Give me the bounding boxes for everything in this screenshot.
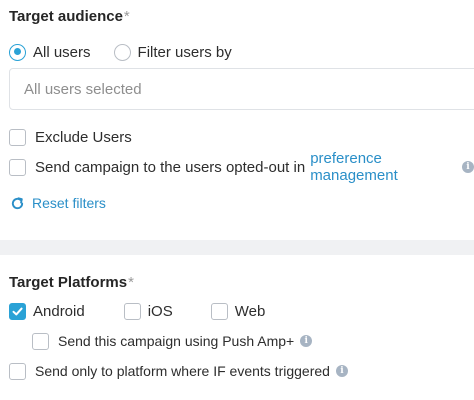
radio-all-users[interactable]: All users [9,43,91,61]
push-amp-option[interactable]: Send this campaign using Push Amp+ i [32,331,313,351]
opted-out-label[interactable]: Send campaign to the users opted-out in [35,159,305,176]
check-icon [12,307,23,315]
platform-web[interactable]: Web [210,302,266,320]
required-mark: * [123,8,130,25]
exclude-users-label[interactable]: Exclude Users [35,129,132,146]
radio-filter-users-control[interactable] [113,43,131,61]
info-icon[interactable]: i [300,335,313,347]
platform-options: Android iOS Web [9,301,265,321]
if-events-option[interactable]: Send only to platform where IF events tr… [9,361,348,381]
web-checkbox[interactable] [210,302,228,320]
android-checkbox[interactable] [9,302,26,320]
section-divider [0,240,474,255]
opted-out-checkbox[interactable] [9,158,26,176]
radio-all-users-label[interactable]: All users [33,44,91,61]
refresh-icon [11,196,24,209]
info-icon[interactable]: i [335,365,348,377]
target-audience-title: Target audience* [9,8,130,25]
radio-filter-users-label[interactable]: Filter users by [138,44,232,61]
user-filter-placeholder: All users selected [24,81,142,98]
exclude-users-option[interactable]: Exclude Users [9,127,132,147]
preference-management-link[interactable]: preference management [310,150,456,184]
target-platforms-title: Target Platforms* [9,274,134,291]
reset-filters-button[interactable]: Reset filters [10,193,106,213]
platform-ios[interactable]: iOS [123,302,173,320]
web-label[interactable]: Web [235,303,266,320]
target-platforms-title-text: Target Platforms [9,274,128,291]
if-events-label[interactable]: Send only to platform where IF events tr… [35,363,330,379]
ios-label[interactable]: iOS [148,303,173,320]
if-events-checkbox[interactable] [9,362,26,380]
radio-all-users-control[interactable] [9,43,26,61]
push-amp-label[interactable]: Send this campaign using Push Amp+ [58,333,294,349]
required-mark: * [128,274,134,291]
radio-filter-users[interactable]: Filter users by [113,43,232,61]
info-icon[interactable]: i [462,161,474,173]
target-audience-title-text: Target audience [9,8,123,25]
android-label[interactable]: Android [33,303,85,320]
platform-android[interactable]: Android [9,302,85,320]
ios-checkbox[interactable] [123,302,141,320]
push-amp-checkbox[interactable] [32,332,49,350]
reset-filters-label[interactable]: Reset filters [32,195,106,211]
opted-out-option[interactable]: Send campaign to the users opted-out in … [9,150,474,184]
exclude-users-checkbox[interactable] [9,128,26,146]
audience-radio-group: All users Filter users by [9,41,232,63]
